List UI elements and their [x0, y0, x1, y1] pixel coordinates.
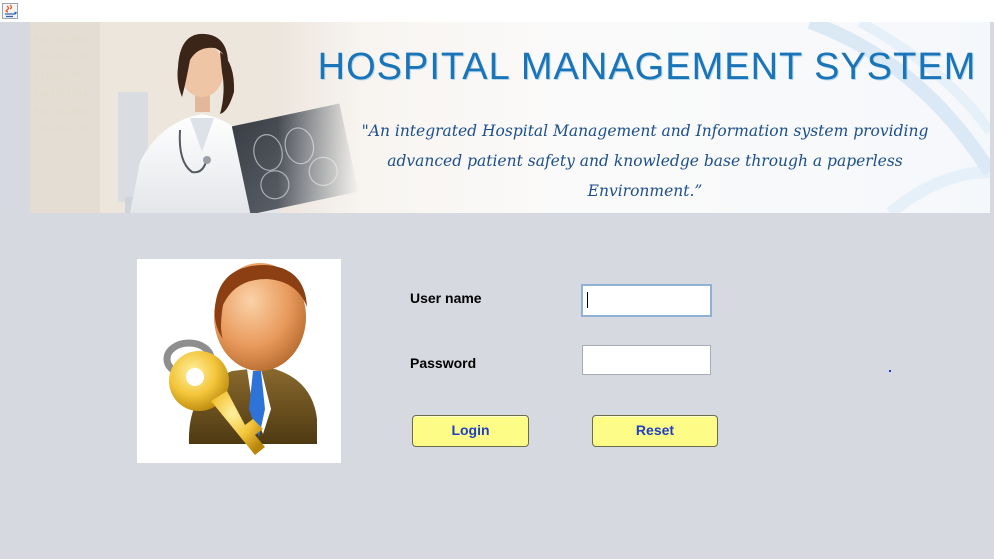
password-label: Password — [410, 355, 477, 371]
java-app-icon[interactable] — [2, 3, 18, 19]
reset-button[interactable]: Reset — [592, 415, 718, 447]
stray-dot — [889, 370, 891, 372]
text-cursor — [587, 292, 588, 308]
username-input[interactable] — [581, 284, 712, 317]
app-title: HOSPITAL MANAGEMENT SYSTEM — [317, 46, 977, 88]
tagline-line-2: advanced patient safety and knowledge ba… — [387, 152, 903, 170]
title-bar — [0, 0, 994, 22]
tagline-line-3: Environment.” — [587, 182, 703, 200]
header-banner: 0101101001 1010010110 0110101001 1001011… — [30, 22, 990, 213]
app-tagline: "An integrated Hospital Management and I… — [325, 116, 965, 206]
username-label: User name — [410, 290, 482, 306]
password-input[interactable] — [582, 345, 711, 375]
user-with-key-icon — [137, 259, 341, 463]
login-button[interactable]: Login — [412, 415, 529, 447]
tagline-line-1: "An integrated Hospital Management and I… — [361, 122, 929, 140]
